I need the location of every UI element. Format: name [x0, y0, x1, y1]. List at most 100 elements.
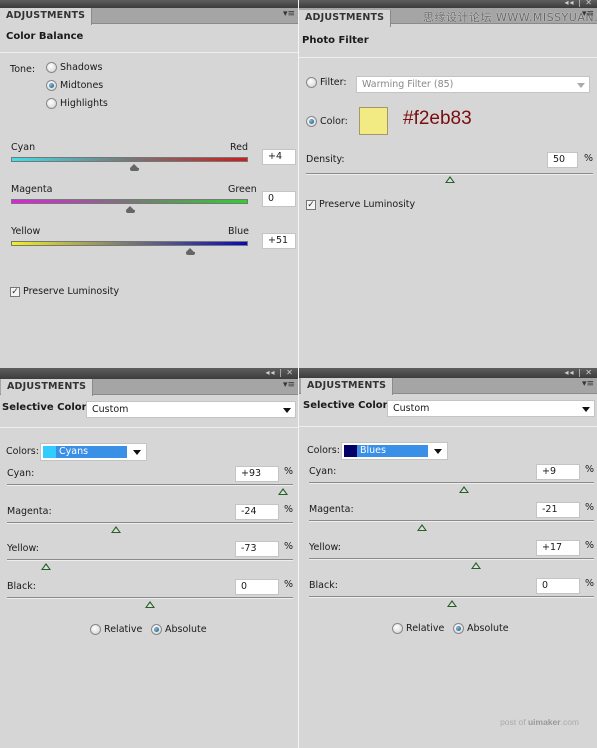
colors-selection: Blues	[344, 445, 428, 457]
gradient-slider-track[interactable]	[11, 199, 248, 204]
slider-track[interactable]	[309, 558, 594, 560]
slider-thumb[interactable]	[125, 206, 135, 213]
slider-thumb[interactable]	[40, 563, 51, 570]
slider-track[interactable]	[7, 559, 293, 561]
preset-value: Custom	[92, 404, 129, 415]
slider-thumb[interactable]	[459, 486, 470, 493]
slider-thumb[interactable]	[130, 164, 140, 171]
filter-label: Filter:	[320, 77, 347, 88]
preserve-luminosity-checkbox[interactable]: ✓ Preserve Luminosity	[306, 199, 415, 210]
colors-selection: Cyans	[43, 446, 127, 458]
slider-track[interactable]	[309, 482, 594, 484]
tab-adjustments[interactable]: ADJUSTMENTS	[1, 379, 94, 396]
divider	[0, 52, 298, 53]
slider-track[interactable]	[7, 522, 293, 524]
checkbox-checked-icon[interactable]: ✓	[306, 199, 316, 210]
tone-option-shadows[interactable]: Shadows	[46, 62, 102, 73]
radio-selected-icon[interactable]	[151, 624, 162, 635]
slider-value-input[interactable]: -21	[536, 502, 580, 518]
radio-selected-icon[interactable]	[453, 623, 464, 634]
slider-value-input[interactable]: -24	[235, 504, 279, 520]
slider-left-label: Yellow	[11, 226, 41, 237]
slider-track[interactable]	[309, 596, 594, 598]
slider-value-input[interactable]: +17	[536, 540, 580, 556]
filter-dropdown[interactable]: Warming Filter (85)	[356, 76, 590, 93]
slider-value-input[interactable]: +93	[235, 466, 279, 482]
checkbox-checked-icon[interactable]: ✓	[10, 286, 20, 297]
tone-label-highlights: Highlights	[60, 98, 108, 109]
percent-sign: %	[585, 502, 595, 513]
slider-label: Black:	[7, 581, 36, 592]
slider-value-input[interactable]: +51	[262, 233, 296, 249]
collapse-close-controls[interactable]: ◂◂ | ✕	[564, 368, 593, 377]
slider-value-input[interactable]: 0	[262, 191, 296, 207]
slider-value-input[interactable]: -73	[235, 541, 279, 557]
density-slider-thumb[interactable]	[444, 176, 455, 183]
slider-value-input[interactable]: 0	[235, 579, 279, 595]
preset-dropdown[interactable]: Custom	[387, 400, 595, 417]
slider-thumb[interactable]	[470, 562, 481, 569]
slider-track[interactable]	[309, 520, 594, 522]
collapse-close-controls[interactable]: ◂◂ | ✕	[265, 368, 294, 377]
radio-selected-icon[interactable]	[46, 80, 57, 91]
slider-track[interactable]	[7, 484, 293, 486]
slider-thumb[interactable]	[416, 524, 427, 531]
density-slider-track[interactable]	[306, 173, 593, 175]
slider-thumb[interactable]	[110, 526, 121, 533]
panel-menu-icon[interactable]: ▾≡	[283, 9, 295, 19]
slider-left-label: Cyan	[11, 142, 36, 153]
panel-tab-row: ADJUSTMENTS ▾≡	[0, 379, 298, 396]
tab-adjustments[interactable]: ADJUSTMENTS	[301, 378, 394, 395]
slider-value-input[interactable]: +9	[536, 464, 580, 480]
color-swatch[interactable]	[359, 107, 388, 135]
slider-value-input[interactable]: 0	[536, 578, 580, 594]
radio-icon[interactable]	[46, 98, 57, 109]
gradient-slider-track[interactable]	[11, 157, 248, 162]
panel-menu-icon[interactable]: ▾≡	[582, 9, 594, 19]
tone-option-highlights[interactable]: Highlights	[46, 98, 108, 109]
panel-menu-icon[interactable]: ▾≡	[283, 380, 295, 390]
color-balance-panel: ADJUSTMENTS ▾≡ Color Balance Tone: Shado…	[0, 0, 298, 368]
gradient-slider-track[interactable]	[11, 241, 248, 246]
method-relative[interactable]: Relative	[392, 623, 444, 634]
panel-title-bar: ◂◂ | ✕	[299, 0, 597, 8]
radio-icon[interactable]	[306, 77, 317, 88]
color-option[interactable]: Color:	[306, 116, 348, 127]
method-absolute[interactable]: Absolute	[453, 623, 509, 634]
tab-adjustments[interactable]: ADJUSTMENTS	[0, 8, 93, 25]
slider-thumb[interactable]	[145, 601, 155, 608]
slider-thumb[interactable]	[185, 248, 195, 255]
slider-thumb[interactable]	[446, 600, 457, 607]
density-input[interactable]: 50	[547, 152, 578, 168]
percent-sign: %	[284, 541, 294, 552]
chevron-down-icon	[133, 450, 141, 455]
tab-adjustments[interactable]: ADJUSTMENTS	[299, 10, 392, 27]
tone-option-midtones[interactable]: Midtones	[46, 80, 103, 91]
slider-right-label: Red	[229, 142, 248, 153]
radio-selected-icon[interactable]	[306, 116, 317, 127]
preset-dropdown[interactable]: Custom	[86, 401, 296, 418]
panel-title: Selective Color	[2, 402, 87, 413]
radio-icon[interactable]	[46, 62, 57, 73]
percent-sign: %	[585, 540, 595, 551]
collapse-close-controls[interactable]: ◂◂ | ✕	[564, 0, 593, 7]
color-hex-annotation: #f2eb83	[403, 108, 472, 129]
panel-tab-row: ADJUSTMENTS 思缘设计论坛 WWW.MISSYUAN.COM ▾≡	[299, 8, 597, 27]
preserve-luminosity-checkbox[interactable]: ✓ Preserve Luminosity	[10, 286, 119, 297]
radio-icon[interactable]	[90, 624, 101, 635]
radio-icon[interactable]	[392, 623, 403, 634]
slider-track[interactable]	[7, 597, 293, 599]
filter-option[interactable]: Filter:	[306, 77, 347, 88]
preserve-luminosity-label: Preserve Luminosity	[23, 286, 120, 297]
panel-title-bar: ◂◂ | ✕	[299, 368, 597, 378]
panel-menu-icon[interactable]: ▾≡	[582, 379, 594, 389]
colors-dropdown[interactable]: Cyans	[40, 443, 147, 461]
colors-dropdown[interactable]: Blues	[341, 442, 448, 460]
slider-thumb[interactable]	[277, 488, 288, 495]
filter-dropdown-value: Warming Filter (85)	[362, 79, 454, 90]
slider-value-input[interactable]: +4	[262, 149, 296, 165]
slider-label: Cyan:	[7, 468, 35, 479]
method-relative[interactable]: Relative	[90, 624, 142, 635]
method-absolute[interactable]: Absolute	[151, 624, 207, 635]
chevron-down-icon	[577, 83, 585, 88]
